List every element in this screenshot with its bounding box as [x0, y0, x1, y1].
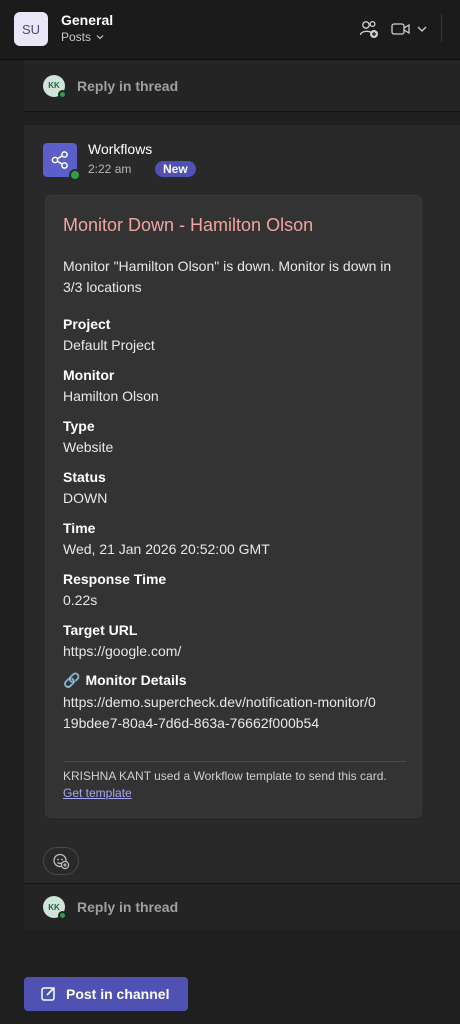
workflows-avatar[interactable]	[43, 143, 81, 181]
avatar: KK	[43, 74, 67, 99]
reply-in-thread-label: Reply in thread	[77, 899, 179, 915]
field-value-monitor-details: https://demo.supercheck.dev/notification…	[63, 694, 376, 731]
avatar-initials: KK	[48, 81, 60, 90]
card-description: Monitor "Hamilton Olson" is down. Monito…	[63, 258, 392, 295]
post-in-channel-button[interactable]: Post in channel	[24, 977, 188, 1011]
presence-available-icon	[58, 911, 67, 920]
avatar: KK	[43, 896, 67, 920]
thread-area: KK Reply in thread Workflows 2:22 am New…	[24, 60, 460, 930]
video-call-button[interactable]	[390, 19, 430, 39]
card-footer: KRISHNA KANT used a Workflow template to…	[63, 768, 403, 802]
new-badge: New	[155, 161, 196, 177]
field-label-monitor-details: 🔗 Monitor Details	[63, 672, 187, 689]
card-footer-text: KRISHNA KANT used a Workflow template to…	[63, 769, 387, 783]
header-divider	[441, 14, 442, 42]
card-divider	[63, 761, 406, 762]
field-label-monitor: Monitor	[63, 367, 115, 383]
emoji-add-icon	[53, 853, 70, 870]
workflow-share-icon	[51, 151, 68, 169]
reply-in-thread-bottom[interactable]: KK Reply in thread	[24, 883, 460, 930]
channel-tab-selector[interactable]: Posts	[61, 30, 105, 44]
field-label-type: Type	[63, 418, 95, 434]
field-value-type: Website	[63, 439, 114, 455]
field-label-response-time: Response Time	[63, 571, 167, 587]
avatar-initials: KK	[48, 902, 60, 912]
verified-check-icon	[69, 169, 81, 181]
field-label-time: Time	[63, 520, 96, 536]
link-icon: 🔗	[63, 672, 81, 688]
reply-in-thread-top[interactable]: KK Reply in thread	[24, 60, 460, 112]
field-value-response-time: 0.22s	[63, 592, 98, 608]
get-template-link[interactable]: Get template	[63, 786, 132, 800]
chevron-down-icon	[96, 35, 104, 40]
field-value-target-url: https://google.com/	[63, 643, 182, 659]
add-reaction-button[interactable]	[43, 847, 79, 875]
field-value-time: Wed, 21 Jan 2026 20:52:00 GMT	[63, 541, 270, 557]
post-in-channel-label: Post in channel	[66, 986, 170, 1002]
compose-icon	[41, 986, 56, 1001]
post-author[interactable]: Workflows	[88, 141, 152, 157]
channel-header: SU General Posts	[0, 0, 460, 60]
card-title: Monitor Down - Hamilton Olson	[63, 215, 314, 235]
post-timestamp: 2:22 am	[88, 162, 132, 176]
field-value-monitor: Hamilton Olson	[63, 388, 159, 404]
channel-tab-label: Posts	[61, 30, 92, 44]
chevron-down-icon	[417, 26, 427, 32]
field-label-monitor-details-text: Monitor Details	[85, 672, 187, 688]
workflow-post: Workflows 2:22 am New Monitor Down - Ham…	[24, 125, 460, 883]
add-people-icon[interactable]	[358, 18, 380, 40]
channel-title: General	[61, 12, 114, 28]
field-value-status: DOWN	[63, 490, 108, 506]
presence-available-icon	[58, 89, 67, 99]
video-camera-icon	[391, 23, 410, 35]
field-value-project: Default Project	[63, 337, 155, 353]
field-label-project: Project	[63, 316, 111, 332]
team-avatar[interactable]: SU	[14, 12, 48, 46]
field-label-status: Status	[63, 469, 106, 485]
reply-in-thread-label: Reply in thread	[77, 77, 179, 94]
field-label-target-url: Target URL	[63, 622, 138, 638]
adaptive-card: Monitor Down - Hamilton Olson Monitor "H…	[45, 195, 422, 818]
